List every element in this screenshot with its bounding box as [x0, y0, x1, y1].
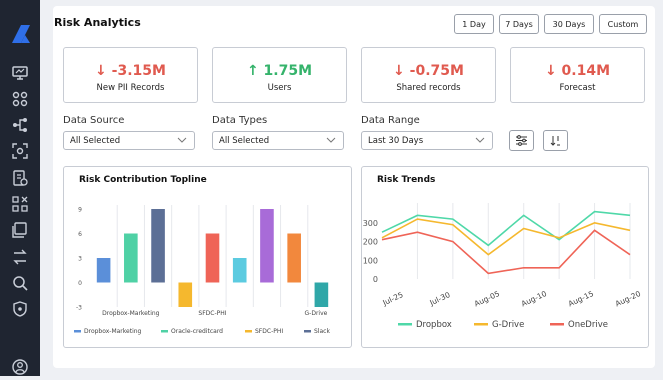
data-types-select[interactable]: All Selected [212, 131, 344, 150]
date-range-select[interactable]: Last 30 Days [361, 131, 493, 150]
range-custom-button[interactable]: Custom [599, 14, 647, 34]
bar-legend-label: Oracle-creditcard [171, 328, 223, 335]
kpi-card-users[interactable]: ↑ 1.75M Users [212, 47, 347, 103]
line-legend-label: Dropbox [416, 320, 452, 330]
logo-icon[interactable] [9, 22, 33, 46]
scan-icon[interactable] [11, 142, 29, 160]
date-range-value: Last 30 Days [368, 135, 424, 146]
kpi-value: ↓ 0.14M [544, 63, 611, 79]
sort-button[interactable] [543, 130, 568, 151]
bar-Oracle-creditcard [124, 233, 138, 283]
transfer-icon[interactable] [11, 248, 29, 266]
date-range-label: Data Range [361, 115, 420, 126]
kpi-value: ↓ -3.15M [95, 63, 166, 79]
line-y-tick-label: 200 [363, 238, 378, 247]
bar-y-tick-label: 6 [78, 231, 82, 238]
line-legend-swatch [550, 323, 564, 326]
bar-legend-swatch [74, 330, 81, 333]
nodes-icon[interactable] [11, 195, 29, 213]
monitor-icon[interactable] [11, 64, 29, 82]
line-legend-swatch [474, 323, 488, 326]
kpi-label: Shared records [396, 83, 461, 93]
bar-legend-swatch [161, 330, 168, 333]
bar-y-tick-label: -3 [76, 305, 82, 312]
kpi-card-new-pii[interactable]: ↓ -3.15M New PII Records [63, 47, 198, 103]
line-chart: 0 100 200 300 Jul-25 Jul-30 Aug-05 Aug-10 Aug-15… [363, 203, 642, 330]
line-x-tick-label: Aug-05 [473, 289, 501, 309]
bar-y-tick-label: 9 [78, 207, 82, 214]
line-x-tick-label: Aug-20 [614, 289, 642, 309]
risk-trends-card: Risk Trends 0 100 200 300 Jul-25 Jul-30 Aug-05… [361, 166, 649, 348]
data-source-value: All Selected [70, 135, 121, 146]
kpi-label: New PII Records [96, 83, 165, 93]
bar-x-tick-label: Dropbox-Marketing [102, 310, 160, 317]
filter-sliders-icon [516, 135, 527, 146]
bar-SFDC-PHI [178, 282, 193, 307]
bar-legend-swatch [245, 330, 252, 333]
bar-red [205, 233, 220, 283]
line-legend-label: G-Drive [492, 320, 524, 330]
line-y-tick-label: 0 [373, 275, 378, 284]
line-x-tick-label: Jul-30 [427, 290, 451, 308]
chevron-down-icon [326, 137, 336, 143]
bar-y-tick-label: 3 [78, 256, 82, 263]
report-icon[interactable] [11, 169, 29, 187]
range-30-days-button[interactable]: 30 Days [544, 14, 594, 34]
data-types-label: Data Types [212, 115, 268, 126]
main-area: Risk Analytics 1 Day 7 Days 30 Days Cust… [40, 0, 663, 376]
bar-x-tick-label: SFDC-PHI [198, 310, 226, 317]
bar-legend-label: Dropbox-Marketing [84, 328, 142, 335]
data-source-select[interactable]: All Selected [63, 131, 195, 150]
bar-legend-label: Slack [314, 328, 330, 335]
line-series-onedrive [381, 229, 631, 275]
kpi-value: ↑ 1.75M [246, 63, 313, 79]
search-icon[interactable] [11, 274, 29, 292]
bar-Slack [151, 209, 165, 283]
kpi-value: ↓ -0.75M [393, 63, 464, 79]
bar-teal [314, 282, 329, 307]
line-x-tick-label: Aug-10 [520, 289, 548, 309]
kpi-label: Forecast [559, 83, 596, 93]
risk-contribution-card: Risk Contribution Topline -3 0 3 6 9 Dropbox-… [63, 166, 352, 348]
grid-icon[interactable] [11, 90, 29, 108]
sort-icon [550, 136, 560, 146]
shield-icon[interactable] [11, 300, 29, 318]
line-x-tick-label: Aug-15 [567, 289, 595, 309]
line-y-tick-label: 300 [363, 219, 378, 228]
bar-chart: -3 0 3 6 9 Dropbox-Marketing SFDC-PHI G-Drive Dr… [74, 205, 330, 335]
bar-x-tick-label: G-Drive [305, 310, 328, 317]
line-legend-swatch [398, 323, 412, 326]
bar-legend-swatch [304, 330, 311, 333]
line-y-tick-label: 100 [363, 256, 378, 265]
line-series-g-drive [381, 218, 631, 256]
chevron-down-icon [475, 137, 485, 143]
line-legend-label: OneDrive [568, 320, 608, 330]
folder-icon[interactable] [11, 221, 29, 239]
line-series-dropbox [381, 210, 631, 247]
kpi-label: Users [267, 83, 292, 93]
line-x-tick-label: Jul-25 [380, 290, 404, 308]
data-source-label: Data Source [63, 115, 125, 126]
bar-orange [287, 233, 301, 283]
bar-legend-label: SFDC-PHI [255, 328, 283, 335]
kpi-card-shared-records[interactable]: ↓ -0.75M Shared records [361, 47, 496, 103]
page-title: Risk Analytics [54, 16, 141, 29]
user-icon[interactable] [11, 358, 29, 376]
sidebar [0, 0, 40, 376]
bar-purple [260, 209, 274, 283]
data-types-value: All Selected [219, 135, 270, 146]
chevron-down-icon [177, 137, 187, 143]
bar-Dropbox-Marketing [96, 258, 111, 283]
bar-y-tick-label: 0 [78, 280, 82, 287]
range-7-days-button[interactable]: 7 Days [499, 14, 539, 34]
share-icon[interactable] [11, 116, 29, 134]
kpi-card-forecast[interactable]: ↓ 0.14M Forecast [510, 47, 645, 103]
range-1-day-button[interactable]: 1 Day [454, 14, 494, 34]
filter-settings-button[interactable] [509, 130, 534, 151]
bar-light-blue [232, 258, 247, 283]
